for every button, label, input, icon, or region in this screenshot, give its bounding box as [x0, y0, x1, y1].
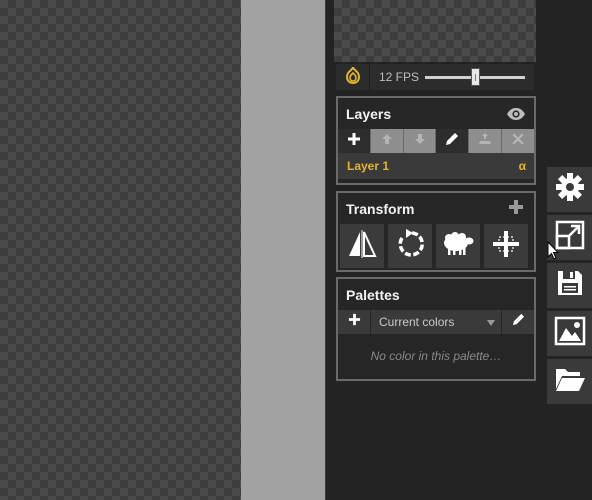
save-button[interactable] — [547, 263, 592, 308]
palette-empty-message: No color in this palette… — [370, 348, 502, 363]
align-button[interactable] — [484, 224, 528, 268]
fps-slider-thumb[interactable] — [471, 68, 480, 86]
layers-panel-header: Layers — [338, 98, 534, 129]
pencil-icon — [512, 313, 525, 331]
folder-open-icon — [554, 365, 586, 398]
palettes-panel: Palettes Current colors No color in this… — [336, 277, 536, 381]
layer-item[interactable]: Layer 1 α — [338, 153, 534, 179]
layer-name: Layer 1 — [347, 159, 390, 173]
palette-select-value: Current colors — [379, 315, 455, 329]
align-icon — [491, 229, 521, 264]
pencil-icon — [445, 132, 459, 151]
add-palette-button[interactable] — [338, 310, 371, 334]
add-layer-button[interactable] — [338, 129, 371, 153]
preview-controls: 12 FPS — [336, 64, 534, 90]
eye-icon[interactable] — [506, 104, 526, 124]
open-file-button[interactable] — [547, 359, 592, 404]
add-transform-button[interactable] — [506, 199, 526, 219]
arrow-up-icon — [381, 132, 393, 150]
app-root: 12 FPS Layers Layer 1 α Transform Palett… — [0, 0, 592, 500]
drawing-canvas[interactable] — [0, 0, 241, 500]
chevron-down-icon — [487, 315, 495, 329]
rotate-button[interactable] — [388, 224, 432, 268]
layer-alpha-toggle[interactable]: α — [519, 159, 526, 173]
settings-button[interactable] — [547, 167, 592, 212]
plus-icon — [348, 313, 361, 331]
fps-label: 12 FPS — [379, 70, 420, 84]
clone-button[interactable] — [436, 224, 480, 268]
delete-layer-button[interactable] — [502, 129, 534, 153]
edit-palette-button[interactable] — [502, 310, 534, 334]
edit-layer-button[interactable] — [436, 129, 470, 153]
image-icon — [554, 316, 586, 351]
onion-skin-button[interactable] — [336, 64, 370, 90]
sheep-icon — [441, 231, 475, 262]
layer-toolbar — [338, 129, 534, 153]
move-layer-up-button[interactable] — [370, 129, 404, 153]
plus-icon — [508, 199, 524, 218]
plus-icon — [347, 132, 361, 151]
onion-icon — [343, 65, 363, 90]
palettes-panel-title: Palettes — [346, 286, 400, 303]
fps-slider[interactable] — [425, 64, 525, 90]
import-image-button[interactable] — [547, 311, 592, 356]
side-toolbar — [547, 167, 592, 407]
flip-icon — [346, 228, 378, 265]
close-icon — [512, 132, 524, 150]
transform-panel: Transform — [336, 191, 536, 272]
palette-select[interactable]: Current colors — [371, 310, 502, 334]
transform-tools — [338, 224, 534, 268]
layers-panel: Layers Layer 1 α — [336, 96, 536, 185]
gear-icon — [554, 171, 586, 208]
mouse-cursor-icon — [547, 240, 560, 266]
move-layer-down-button[interactable] — [403, 129, 437, 153]
transform-panel-title: Transform — [346, 200, 415, 217]
flip-button[interactable] — [340, 224, 384, 268]
merge-layer-down-button[interactable] — [469, 129, 503, 153]
canvas-gutter — [241, 0, 325, 500]
arrow-down-icon — [414, 132, 426, 150]
palette-toolbar: Current colors — [338, 310, 534, 334]
palettes-panel-header: Palettes — [338, 279, 534, 310]
save-icon — [555, 268, 585, 303]
rotate-icon — [394, 228, 426, 265]
transform-panel-header: Transform — [338, 193, 534, 224]
merge-down-icon — [478, 132, 492, 151]
layers-panel-title: Layers — [346, 105, 392, 122]
animation-preview[interactable] — [334, 0, 536, 62]
